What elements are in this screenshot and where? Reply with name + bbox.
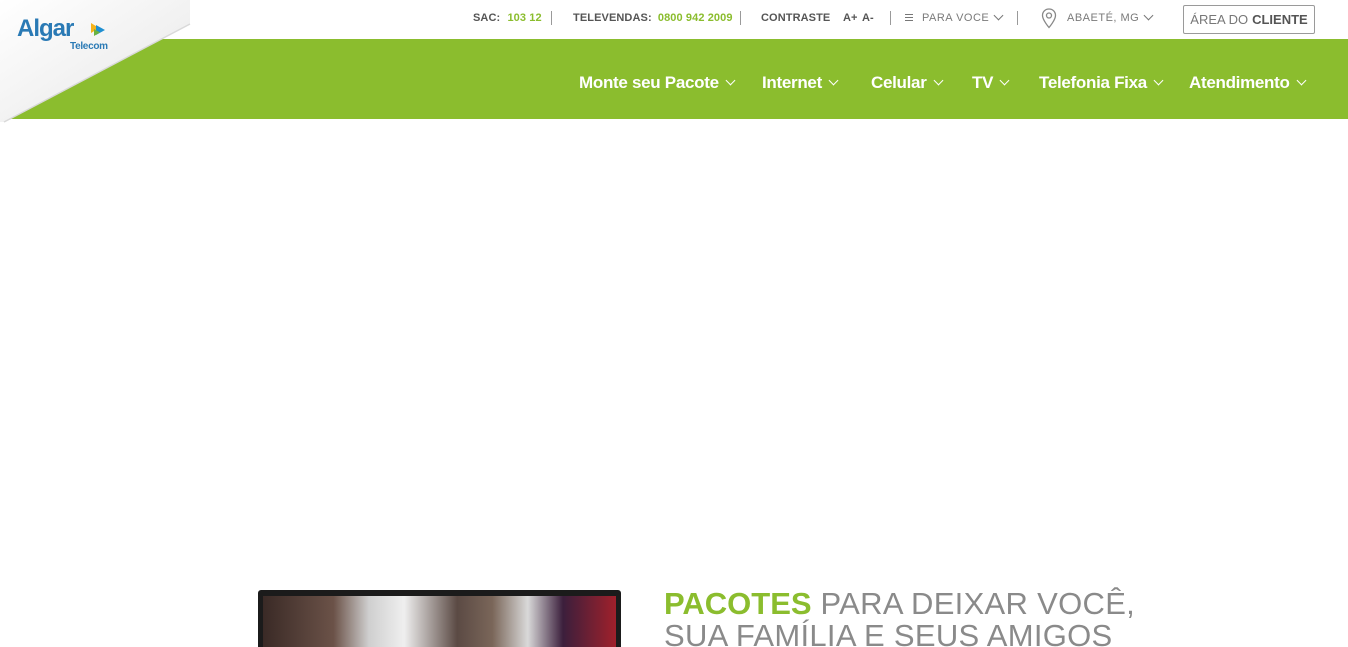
- nav-item-tv[interactable]: TV: [972, 73, 1010, 93]
- segment-label: PARA VOCE: [922, 12, 990, 24]
- contrast-button[interactable]: CONTRASTE: [761, 12, 830, 24]
- main-nav: Monte seu Pacote Internet Celular TV Tel…: [0, 39, 1348, 119]
- televendas-label: TELEVENDAS:: [573, 12, 652, 24]
- logo-subtitle: Telecom: [70, 41, 108, 52]
- nav-label: Monte seu Pacote: [579, 73, 719, 92]
- hero-line-1-rest: PARA DEIXAR VOCÊ,: [820, 586, 1136, 621]
- customer-area-button[interactable]: ÁREA DO CLIENTE: [1183, 5, 1315, 34]
- hero-line-1: PACOTES PARA DEIXAR VOCÊ,: [664, 588, 1135, 620]
- chevron-down-icon: [999, 75, 1010, 86]
- nav-item-monte-seu-pacote[interactable]: Monte seu Pacote: [579, 73, 736, 93]
- nav-item-atendimento[interactable]: Atendimento: [1189, 73, 1307, 93]
- tv-screen: [263, 596, 616, 647]
- font-increase-button[interactable]: A+: [843, 12, 858, 24]
- chevron-down-icon: [1153, 75, 1164, 86]
- chevron-down-icon: [1143, 10, 1154, 21]
- location-dropdown[interactable]: ABAETÉ, MG: [1067, 10, 1154, 24]
- chevron-down-icon: [1296, 75, 1307, 86]
- area-bold: CLIENTE: [1252, 12, 1308, 27]
- location-pin-icon: [1041, 8, 1057, 29]
- sac-label: SAC:: [473, 12, 501, 24]
- font-decrease-button[interactable]: A-: [862, 12, 874, 24]
- logo-arrows-icon: [91, 23, 105, 36]
- nav-label: Internet: [762, 73, 822, 92]
- sac-info: SAC: 103 12: [473, 12, 542, 24]
- divider: [551, 11, 552, 25]
- nav-label: TV: [972, 73, 994, 92]
- divider: [740, 11, 741, 25]
- televendas-info: TELEVENDAS: 0800 942 2009: [573, 12, 733, 24]
- nav-item-telefonia-fixa[interactable]: Telefonia Fixa: [1039, 73, 1164, 93]
- location-label: ABAETÉ, MG: [1067, 12, 1140, 24]
- utility-bar: SAC: 103 12 TELEVENDAS: 0800 942 2009 CO…: [0, 0, 1348, 39]
- hero-highlight: PACOTES: [664, 586, 812, 621]
- chevron-down-icon: [725, 75, 736, 86]
- divider: [890, 11, 891, 25]
- nav-label: Atendimento: [1189, 73, 1290, 92]
- hero-headline: PACOTES PARA DEIXAR VOCÊ, SUA FAMÍLIA E …: [664, 588, 1135, 647]
- sac-phone-link[interactable]: 103 12: [507, 12, 541, 24]
- logo-link[interactable]: Algar Telecom: [0, 0, 200, 125]
- divider: [1017, 11, 1018, 25]
- nav-item-celular[interactable]: Celular: [871, 73, 943, 93]
- chevron-down-icon: [933, 75, 943, 86]
- nav-label: Celular: [871, 73, 927, 92]
- chevron-down-icon: [828, 75, 839, 86]
- hero-line-2: SUA FAMÍLIA E SEUS AMIGOS: [664, 618, 1113, 647]
- segment-dropdown[interactable]: PARA VOCE: [922, 10, 1004, 24]
- menu-icon: [905, 14, 913, 22]
- chevron-down-icon: [993, 10, 1004, 21]
- nav-label: Telefonia Fixa: [1039, 73, 1147, 92]
- area-prefix: ÁREA DO: [1190, 12, 1249, 27]
- nav-item-internet[interactable]: Internet: [762, 73, 839, 93]
- televendas-phone-link[interactable]: 0800 942 2009: [658, 12, 733, 24]
- tv-image: [258, 590, 621, 647]
- logo-wordmark: Algar: [17, 15, 74, 42]
